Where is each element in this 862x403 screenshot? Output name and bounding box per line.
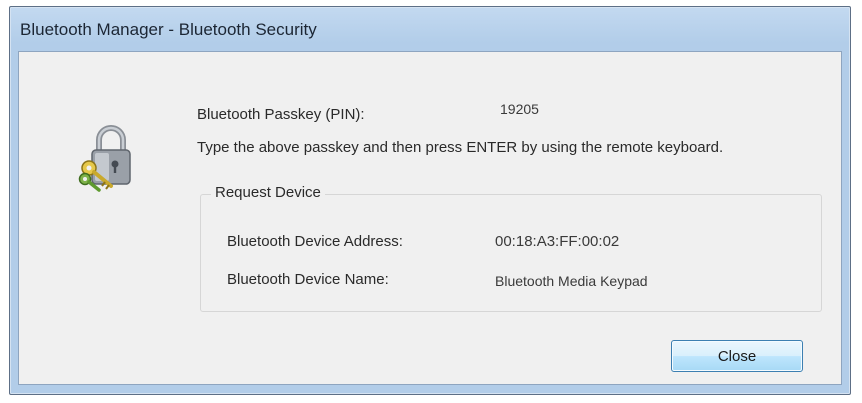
device-name-label: Bluetooth Device Name: [227, 271, 389, 288]
instructions-text: Type the above passkey and then press EN… [197, 139, 724, 156]
device-name-value: Bluetooth Media Keypad [495, 273, 648, 289]
request-device-group: Request Device Bluetooth Device Address:… [200, 184, 822, 312]
request-device-title: Request Device [211, 184, 325, 201]
passkey-value: 19205 [500, 101, 539, 117]
bluetooth-security-dialog: Bluetooth Manager - Bluetooth Security B… [9, 6, 851, 395]
title-bar[interactable]: Bluetooth Manager - Bluetooth Security [10, 7, 850, 51]
device-address-label: Bluetooth Device Address: [227, 233, 403, 250]
device-address-value: 00:18:A3:FF:00:02 [495, 233, 620, 250]
close-button[interactable]: Close [671, 340, 803, 372]
passkey-label: Bluetooth Passkey (PIN): [197, 106, 365, 123]
dialog-body: Bluetooth Passkey (PIN): 19205 Type the … [18, 51, 842, 385]
window-title: Bluetooth Manager - Bluetooth Security [20, 20, 317, 39]
lock-with-keys-icon [78, 125, 131, 192]
